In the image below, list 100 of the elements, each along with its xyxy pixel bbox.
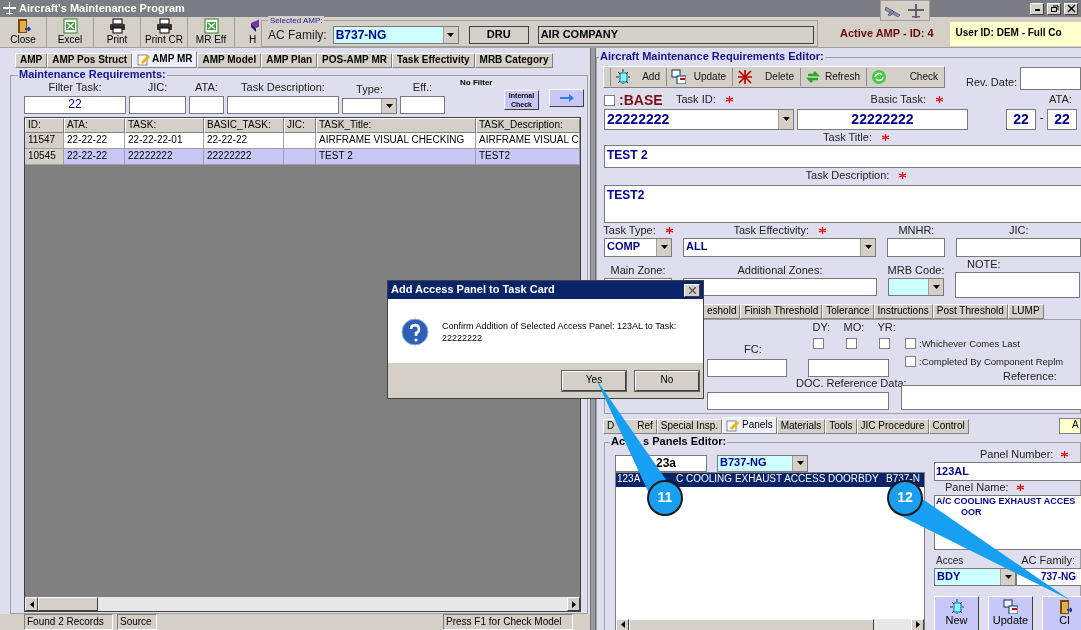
tab[interactable]: AMP MR	[132, 51, 198, 68]
text-field[interactable]: 22	[1006, 108, 1036, 130]
field-label: Panel Name:	[945, 480, 1009, 495]
text-field[interactable]: 22	[24, 95, 126, 114]
tab[interactable]: Tools	[825, 418, 857, 434]
toolbar-button[interactable]: Print	[94, 17, 141, 47]
dropdown[interactable]: B737-NG	[332, 26, 459, 44]
tab[interactable]: LUMP	[1007, 303, 1044, 319]
tab[interactable]: Tolerance	[822, 303, 874, 319]
toolbar-button[interactable]: Delete	[732, 67, 800, 86]
scroll-button[interactable]	[25, 597, 38, 611]
close-button[interactable]	[684, 283, 700, 297]
toolbar-button[interactable]: MR Eff	[188, 17, 235, 47]
refresh-icon	[805, 69, 820, 85]
text-field[interactable]	[808, 358, 889, 377]
tab[interactable]: AMP Model	[197, 53, 262, 68]
tab[interactable]: A	[1059, 417, 1081, 434]
text-field[interactable]	[707, 391, 889, 410]
text-field[interactable]	[955, 271, 1080, 298]
column-header[interactable]: ATA:	[64, 117, 125, 133]
text-field[interactable]: 22222222	[797, 108, 968, 130]
checkbox[interactable]	[604, 94, 615, 106]
dropdown[interactable]: COMP	[604, 237, 672, 257]
text-field[interactable]	[400, 95, 445, 114]
toolbar-button[interactable]: Add	[610, 67, 666, 86]
text-field[interactable]	[189, 95, 224, 114]
tab[interactable]: Materials	[776, 418, 826, 434]
dialog-button[interactable]: Yes	[562, 370, 626, 391]
panel-button[interactable]: New	[934, 595, 979, 630]
checkbox[interactable]	[905, 356, 916, 368]
field-label: Basic Task:	[870, 93, 926, 107]
close-button[interactable]	[1064, 2, 1078, 15]
dropdown[interactable]: BDY	[934, 567, 1016, 586]
scroll-button[interactable]	[616, 618, 629, 630]
checkbox[interactable]	[812, 337, 824, 349]
column-header[interactable]: ID:	[25, 117, 64, 133]
tab[interactable]: Finish Threshold	[740, 303, 823, 319]
text-field[interactable]: TEST 2	[604, 144, 1081, 168]
dropdown-arrow-icon	[447, 33, 455, 37]
note-icon	[137, 53, 151, 66]
scroll-left-icon	[29, 600, 34, 608]
text-field[interactable]: 123AL	[934, 461, 1081, 481]
tab[interactable]: eshold	[703, 303, 741, 319]
dropdown[interactable]: ALL	[683, 237, 877, 257]
toolbar-button[interactable]: Print CR	[141, 17, 188, 47]
panel-button[interactable]: Cl	[1042, 595, 1081, 630]
dropdown[interactable]	[342, 97, 397, 114]
text-field[interactable]	[683, 277, 877, 296]
scroll-button[interactable]	[911, 618, 924, 630]
text-field[interactable]	[956, 237, 1081, 257]
text-field[interactable]: 22	[1047, 108, 1077, 130]
column-header[interactable]: BASIC_TASK:	[204, 117, 284, 133]
tab[interactable]: AMP Plan	[261, 53, 318, 68]
tab[interactable]: Instructions	[873, 303, 933, 319]
tab[interactable]: POS-AMP MR	[317, 53, 392, 68]
tab[interactable]: Panels	[722, 416, 777, 434]
text-field[interactable]	[129, 95, 186, 114]
column-header[interactable]: TASK_Title:	[316, 117, 476, 133]
update-icon	[671, 69, 686, 85]
panel-button[interactable]: Update	[988, 595, 1033, 630]
checkbox[interactable]	[878, 337, 890, 349]
text-field[interactable]	[887, 237, 946, 257]
tab[interactable]: Special Insp.	[656, 418, 723, 434]
tab[interactable]: AMP Pos Struct	[47, 53, 133, 68]
tab[interactable]: JIC Procedure	[856, 418, 929, 434]
required-icon	[1016, 483, 1024, 491]
dialog-button[interactable]: No	[635, 370, 699, 391]
column-header[interactable]: TASK_Description:	[476, 117, 580, 133]
text-field[interactable]	[707, 358, 787, 377]
scrollbar-thumb[interactable]	[629, 618, 874, 630]
dru-button[interactable]: DRU	[468, 26, 529, 44]
dropdown[interactable]: B737-NG	[717, 454, 808, 472]
scroll-button[interactable]	[567, 597, 580, 611]
tab[interactable]: AMP	[15, 53, 48, 68]
next-button[interactable]	[549, 88, 584, 107]
text-field[interactable]	[227, 95, 339, 114]
toolbar-button[interactable]: Update	[666, 67, 732, 86]
group-title: Selected AMP:	[268, 16, 325, 25]
text-field[interactable]	[1020, 66, 1081, 90]
toolbar-button[interactable]: Refresh	[800, 67, 866, 86]
minimize-button[interactable]	[1030, 2, 1044, 15]
scrollbar-thumb[interactable]	[38, 597, 98, 611]
dropdown[interactable]	[888, 277, 944, 296]
tab[interactable]: Task Effectivity	[391, 53, 475, 68]
toolbar-button[interactable]: H	[235, 17, 259, 47]
restore-button[interactable]	[1047, 2, 1061, 15]
toolbar-button[interactable]: Excel	[47, 17, 94, 47]
table-cell: 22-22-22	[204, 132, 284, 149]
checkbox[interactable]	[845, 337, 857, 349]
field-label: Additional Zones:	[737, 264, 823, 278]
tab[interactable]: MRB Category	[474, 53, 554, 68]
toolbar-button[interactable]: Check	[866, 67, 944, 86]
column-header[interactable]: JIC:	[284, 117, 316, 133]
dropdown[interactable]: 22222222	[604, 108, 794, 130]
checkbox[interactable]	[905, 338, 916, 350]
column-header[interactable]: TASK:	[125, 117, 204, 133]
text-field[interactable]: TEST2	[604, 184, 1081, 223]
tab[interactable]: Post Threshold	[932, 303, 1008, 319]
toolbar-button[interactable]: Close	[0, 17, 47, 47]
tab[interactable]: Control	[928, 418, 969, 434]
